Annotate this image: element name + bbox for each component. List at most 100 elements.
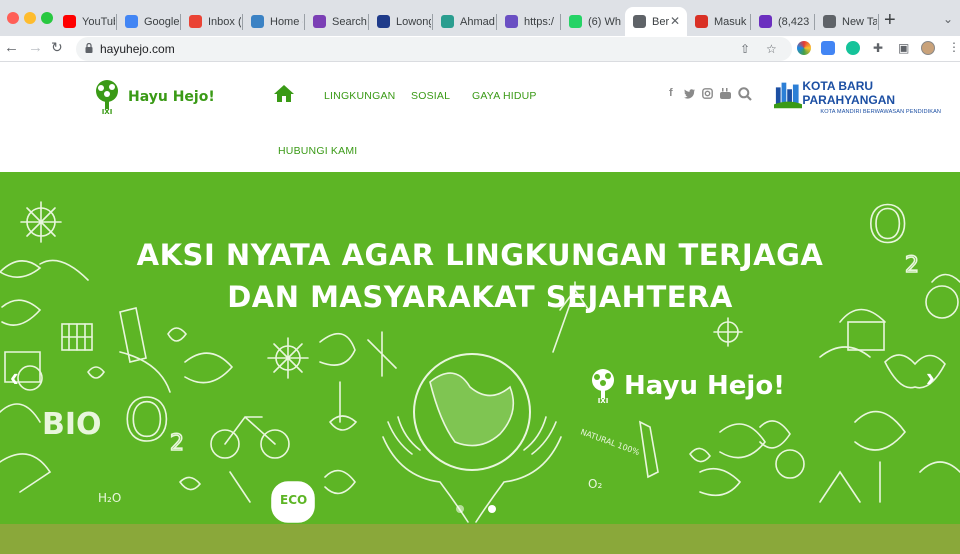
link-icon: [505, 15, 518, 28]
chrome-icon: [823, 15, 836, 28]
nav-sosial[interactable]: SOSIAL: [411, 90, 450, 102]
chrome-menu-icon[interactable]: ⋮: [948, 40, 960, 54]
close-tab-icon[interactable]: ✕: [670, 14, 680, 28]
lock-icon: [85, 43, 93, 53]
browser-tab[interactable]: YouTub: [55, 7, 115, 36]
tab-label: (6) Wh: [588, 15, 621, 28]
browser-tab[interactable]: Masuk: [687, 7, 749, 36]
tab-label: (8,423: [778, 15, 810, 28]
search-app-icon: [313, 15, 326, 28]
tab-label: Lowong: [396, 15, 431, 28]
search-icon[interactable]: [738, 87, 752, 101]
tree-logo-icon: IXI: [96, 80, 118, 115]
nav-lingkungan[interactable]: LINGKUNGAN: [324, 90, 395, 102]
partner-logo-kbp[interactable]: KOTA BARU PARAHYANGAN KOTA MANDIRI BERWA…: [774, 79, 960, 115]
browser-tab[interactable]: Home -: [243, 7, 303, 36]
doodle-natural-text: NATURAL 100%: [579, 427, 641, 457]
nav-gaya-hidup[interactable]: GAYA HIDUP: [472, 90, 537, 102]
translate-extension-icon[interactable]: [821, 41, 835, 55]
compass-icon: [441, 15, 454, 28]
hero-brand: IXI Hayu Hejo!: [588, 368, 785, 404]
extensions-puzzle-icon[interactable]: ✚: [873, 41, 883, 55]
tab-label: YouTub: [82, 15, 115, 28]
logo-text: Hayu Hejo!: [128, 89, 215, 105]
hero-brand-text: Hayu Hejo!: [624, 371, 786, 401]
close-window-button[interactable]: [7, 12, 19, 24]
mail-icon: [759, 15, 772, 28]
tab-strip: YouTub Google Inbox ( Home - Search Lowong Ahm…: [0, 0, 960, 36]
doodle-h2o-text: H₂O: [98, 491, 121, 505]
tab-label: Masuk: [714, 15, 747, 28]
doodle-eco-text: ECO: [280, 493, 307, 507]
slider-prev-button[interactable]: ‹: [10, 362, 19, 393]
back-button[interactable]: ←: [4, 39, 19, 56]
site-logo[interactable]: IXI Hayu Hejo!: [92, 79, 215, 115]
hero-headline-line1: AKSI NYATA AGAR LINGKUNGAN TERJAGA: [136, 238, 824, 272]
site-header: IXI Hayu Hejo! LINGKUNGAN SOSIAL GAYA HI…: [0, 63, 960, 172]
browser-tab[interactable]: https:/: [497, 7, 559, 36]
nav-hubungi-kami[interactable]: HUBUNGI KAMI: [278, 145, 357, 157]
tab-label: Google: [144, 15, 179, 28]
youtube-icon: [63, 15, 76, 28]
bookmark-star-icon[interactable]: ☆: [766, 42, 777, 56]
reload-button[interactable]: ↻: [51, 39, 63, 56]
partner-subtitle: KOTA MANDIRI BERWAWASAN PENDIDIKAN: [820, 109, 942, 115]
browser-tab[interactable]: Search: [305, 7, 367, 36]
maximize-window-button[interactable]: [41, 12, 53, 24]
page-section-band: [0, 524, 960, 554]
facebook-icon[interactable]: f: [669, 87, 673, 99]
globe-icon: [633, 15, 646, 28]
gmail-icon: [189, 15, 202, 28]
tree-logo-white-icon: IXI: [592, 369, 614, 404]
browser-tab[interactable]: (8,423: [751, 7, 813, 36]
doodle-background: BIO O 2 H₂O ECO O 2 NATURAL 100% O₂: [0, 195, 960, 523]
canva-icon: [251, 15, 264, 28]
svg-text:IXI: IXI: [598, 397, 609, 404]
instagram-icon[interactable]: [702, 88, 713, 99]
tab-label: New Ta: [842, 15, 877, 28]
tab-separator: [878, 14, 879, 30]
doodle-o-text: O: [124, 386, 170, 454]
new-tab-button[interactable]: +: [884, 9, 896, 32]
youtube-icon[interactable]: [720, 88, 731, 99]
twitter-icon[interactable]: [684, 89, 695, 99]
grammarly-icon[interactable]: [846, 41, 860, 55]
s-icon: [695, 15, 708, 28]
browser-tab[interactable]: Google: [117, 7, 179, 36]
browser-tab[interactable]: (6) Wh: [561, 7, 623, 36]
address-bar[interactable]: hayuhejo.com ⇧ ☆: [76, 37, 792, 61]
url-text: hayuhejo.com: [100, 42, 175, 56]
tab-label: Home -: [270, 15, 303, 28]
tab-label: https:/: [524, 15, 554, 28]
hero-banner: BIO O 2 H₂O ECO O 2 NATURAL 100% O₂ AKSI…: [0, 172, 960, 524]
whatsapp-icon: [569, 15, 582, 28]
svg-text:IXI: IXI: [102, 108, 113, 115]
hero-headline-line2: DAN MASYARAKAT SEJAHTERA: [227, 280, 733, 314]
browser-toolbar: ← → ↻ hayuhejo.com ⇧ ☆ ✚ ▣ ⋮: [0, 36, 960, 62]
doodle-2-text: 2: [170, 431, 184, 456]
city-skyline-icon: [774, 79, 803, 109]
profile-avatar[interactable]: [921, 41, 935, 55]
tab-label: Ahmad: [460, 15, 495, 28]
doodle-o2-text: O₂: [588, 477, 602, 491]
partner-title: KOTA BARU PARAHYANGAN: [802, 79, 896, 107]
browser-tab[interactable]: Lowong: [369, 7, 431, 36]
browser-tab[interactable]: New Ta: [815, 7, 877, 36]
side-panel-icon[interactable]: ▣: [898, 41, 909, 55]
browser-tab[interactable]: Inbox (: [181, 7, 241, 36]
minimize-window-button[interactable]: [24, 12, 36, 24]
slider-dot[interactable]: [456, 505, 464, 513]
extension-color-icon[interactable]: [797, 41, 811, 55]
home-icon[interactable]: [274, 85, 294, 102]
forward-button[interactable]: →: [28, 39, 43, 56]
translate-icon: [125, 15, 138, 28]
share-icon[interactable]: ⇧: [740, 42, 750, 56]
doodle-bio-text: BIO: [42, 407, 102, 442]
slider-dot-active[interactable]: [488, 505, 496, 513]
browser-tab[interactable]: Ahmad: [433, 7, 495, 36]
slider-next-button[interactable]: ›: [926, 362, 935, 393]
tab-label: Search: [332, 15, 367, 28]
job-icon: [377, 15, 390, 28]
tab-label: Inbox (: [208, 15, 241, 28]
tab-search-icon[interactable]: ⌄: [943, 12, 953, 26]
